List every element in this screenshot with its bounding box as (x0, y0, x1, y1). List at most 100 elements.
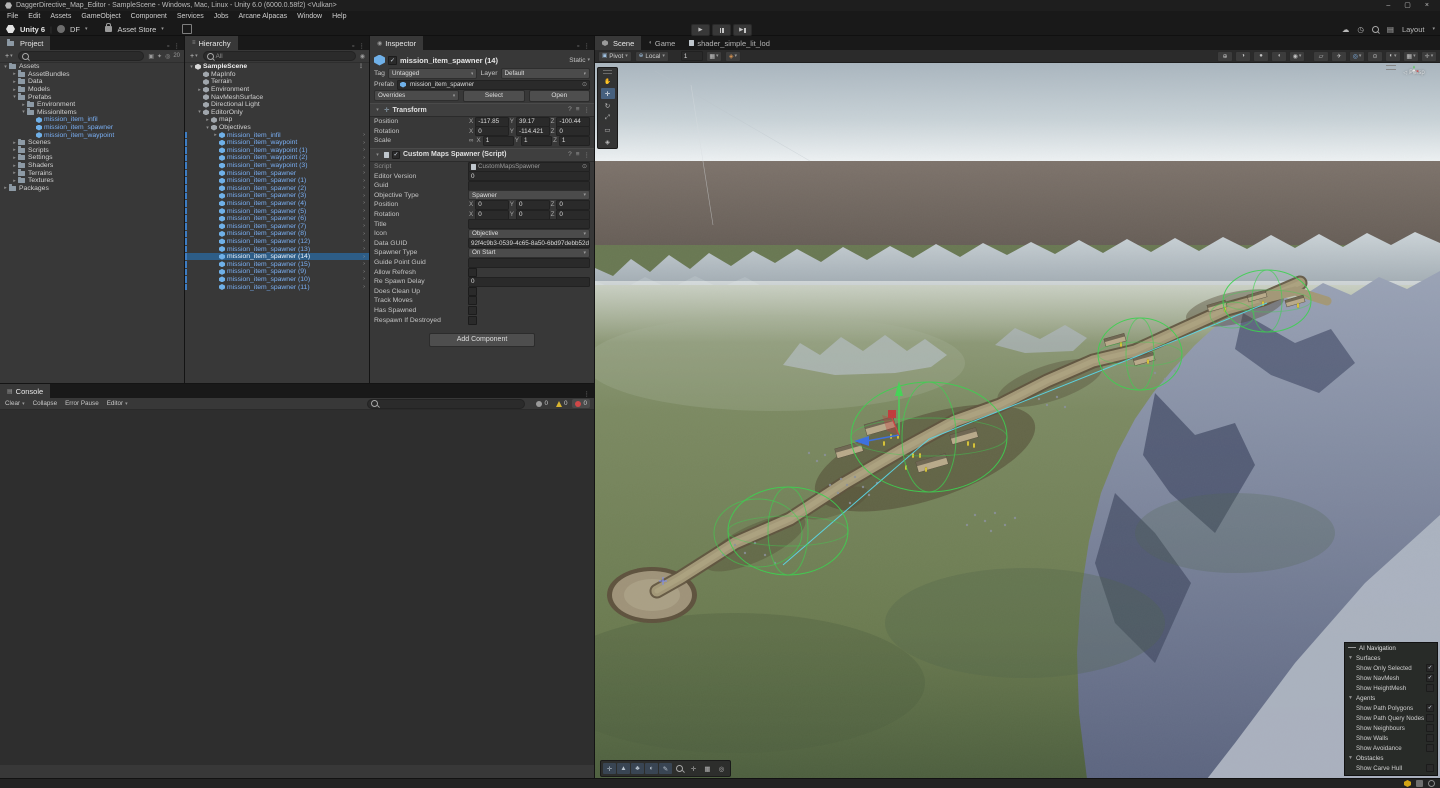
vector-input[interactable]: 0 (475, 210, 509, 220)
create-asset-button[interactable] (2, 53, 16, 60)
project-tree-item[interactable]: Scenes (0, 139, 184, 147)
editor-dropdown[interactable]: Editor (104, 398, 131, 409)
collapse-button[interactable]: Collapse (30, 398, 61, 409)
checkbox[interactable] (468, 287, 477, 296)
hierarchy-row[interactable]: mission_item_spawner (9) (185, 268, 369, 276)
visibility-icon[interactable] (1367, 51, 1383, 62)
menu-arcane-alpacas[interactable]: Arcane Alpacas (234, 11, 293, 22)
effects-dropdown[interactable] (1289, 51, 1305, 62)
project-tree-item[interactable]: mission_item_waypoint (0, 131, 184, 139)
zoom-tool-icon[interactable] (673, 763, 686, 774)
step-button[interactable] (733, 24, 752, 36)
prefab-object-field[interactable]: mission_item_spawner (397, 80, 590, 90)
wireframe-toggle-icon[interactable] (1253, 51, 1269, 62)
ai-nav-section[interactable]: Surfaces (1345, 653, 1437, 663)
hierarchy-search-input[interactable]: All (203, 51, 356, 61)
object-field[interactable]: CustomMapsSpawner (468, 162, 590, 172)
audio-toggle[interactable] (1349, 51, 1365, 62)
project-tree-item[interactable]: Models (0, 86, 184, 94)
text-input[interactable]: 0 (468, 171, 590, 181)
text-input[interactable] (468, 258, 590, 268)
vector-input[interactable]: 1 (483, 136, 514, 146)
hierarchy-row[interactable]: mission_item_spawner (2) (185, 185, 369, 193)
tab-inspector[interactable]: Inspector (370, 36, 423, 50)
project-tree-item[interactable]: mission_item_infil (0, 116, 184, 124)
component-menu-icon[interactable] (584, 151, 591, 159)
grid-visibility-dropdown[interactable] (1403, 51, 1419, 62)
hierarchy-row[interactable]: mission_item_spawner (10) (185, 276, 369, 284)
vector-input[interactable]: 0 (516, 210, 550, 220)
account-avatar-icon[interactable] (57, 25, 65, 33)
project-tree-item[interactable]: Assets (0, 63, 184, 71)
pivot-dropdown[interactable]: Pivot (598, 51, 632, 62)
component-enabled-checkbox[interactable] (392, 151, 400, 159)
error-count-toggle[interactable]: 0 (572, 399, 590, 408)
camera-fly-icon[interactable] (1331, 51, 1347, 62)
panel-menu-icon[interactable] (174, 42, 181, 50)
checkbox[interactable] (1426, 724, 1434, 732)
ai-nav-option[interactable]: Show HeightMesh (1345, 683, 1437, 693)
hierarchy-row[interactable]: mission_item_spawner (13) (185, 245, 369, 253)
preview-packages-icon[interactable] (182, 24, 192, 34)
tag-dropdown[interactable]: Untagged (388, 68, 478, 79)
vector-input[interactable]: -100.44 (556, 117, 590, 127)
menu-file[interactable]: File (2, 11, 23, 22)
nav-move-tool-icon[interactable] (603, 763, 616, 774)
layout-caret-icon[interactable] (1432, 26, 1435, 32)
script-component-header[interactable]: Custom Maps Spawner (Script) (370, 148, 594, 162)
undo-history-icon[interactable] (1357, 25, 1364, 34)
menu-gameobject[interactable]: GameObject (76, 11, 125, 22)
panel-menu-icon[interactable] (359, 42, 366, 50)
checkbox[interactable] (1426, 704, 1434, 712)
asset-store-icon[interactable] (105, 26, 112, 32)
checkbox[interactable] (468, 316, 477, 325)
text-input[interactable] (468, 181, 590, 191)
asset-store-caret-icon[interactable] (161, 26, 164, 32)
ai-nav-option[interactable]: Show Only Selected (1345, 663, 1437, 673)
scene-canvas[interactable]: Persp AI NavigationSurfacesShow Only Sel… (595, 63, 1440, 779)
sculpt-tool-icon[interactable] (645, 763, 658, 774)
hierarchy-row[interactable]: Objectives (185, 124, 369, 132)
rect-tool-button[interactable] (601, 124, 615, 135)
foliage-tool-icon[interactable] (631, 763, 644, 774)
overlay-drag-handle[interactable] (1348, 647, 1356, 650)
2d-toggle-icon[interactable] (1313, 51, 1329, 62)
project-tree-item[interactable]: Terrains (0, 169, 184, 177)
orientation-gizmo[interactable] (1392, 65, 1436, 76)
hierarchy-row[interactable]: mission_item_spawner (3) (185, 192, 369, 200)
vector-input[interactable]: 0 (556, 200, 590, 210)
transform-tool-button[interactable] (601, 136, 615, 147)
ai-nav-option[interactable]: Show Walls (1345, 733, 1437, 743)
project-tree-item[interactable]: Prefabs (0, 93, 184, 101)
vector-input[interactable]: 0 (556, 126, 590, 136)
close-button[interactable] (1425, 0, 1429, 11)
panel-menu-icon[interactable] (584, 42, 591, 50)
scale-tool-button[interactable] (601, 112, 615, 123)
text-input[interactable]: 0 (468, 277, 590, 287)
presets-icon[interactable] (576, 151, 580, 159)
warning-count-toggle[interactable]: 0 (553, 399, 571, 408)
cloud-services-icon[interactable] (1342, 25, 1350, 34)
camera-settings-dropdown[interactable] (1385, 51, 1401, 62)
checkbox[interactable] (1426, 744, 1434, 752)
dock-icon[interactable] (167, 43, 169, 50)
hierarchy-row[interactable]: mission_item_spawner (15) (185, 260, 369, 268)
hierarchy-row[interactable]: mission_item_waypoint (1) (185, 147, 369, 155)
open-button[interactable]: Open (529, 90, 590, 102)
hidden-packages-icon[interactable] (165, 53, 170, 60)
pause-button[interactable] (712, 24, 731, 36)
snap-increment-dropdown[interactable] (725, 51, 741, 62)
component-menu-icon[interactable] (584, 106, 591, 114)
create-gameobject-button[interactable] (187, 53, 201, 60)
checkbox[interactable] (468, 268, 477, 277)
hierarchy-row[interactable]: Directional Light (185, 101, 369, 109)
vector-input[interactable]: 0 (475, 200, 509, 210)
ai-nav-option[interactable]: Show Avoidance (1345, 743, 1437, 753)
static-dropdown[interactable]: Static (569, 57, 590, 64)
presets-icon[interactable] (576, 106, 580, 114)
ai-nav-option[interactable]: Show NavMesh (1345, 673, 1437, 683)
package-manager-status-icon[interactable] (1404, 780, 1411, 787)
gameobject-name[interactable]: mission_item_spawner (14) (400, 56, 566, 65)
shaded-mode-icon[interactable] (1235, 51, 1251, 62)
tab-console[interactable]: Console (0, 384, 50, 398)
